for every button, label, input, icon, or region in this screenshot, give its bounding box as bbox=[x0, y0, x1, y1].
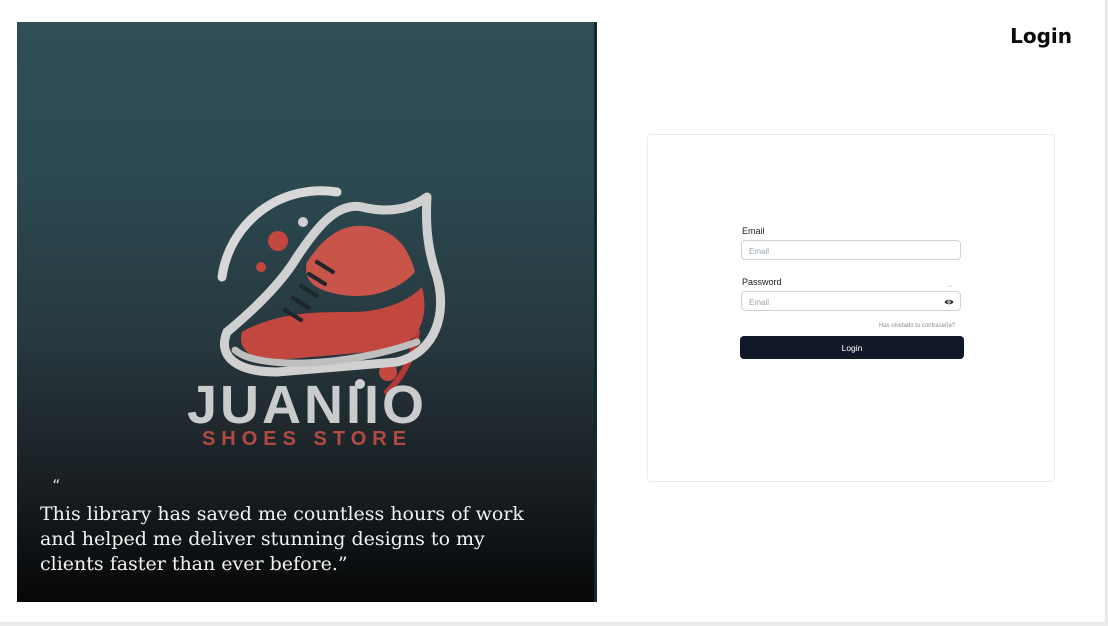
brand-name: JUANIIO bbox=[186, 375, 428, 435]
password-field[interactable] bbox=[742, 293, 939, 312]
quote-mark: “ bbox=[52, 476, 61, 495]
password-label: Password bbox=[742, 277, 782, 287]
password-hint-dots: ··· bbox=[946, 283, 953, 290]
page-title: Login bbox=[1010, 24, 1072, 48]
email-field-wrapper bbox=[741, 240, 961, 261]
testimonial-quote: This library has saved me countless hour… bbox=[40, 503, 524, 575]
login-button[interactable]: Login bbox=[740, 336, 964, 359]
forgot-password-link[interactable]: Has olvidado tu contraseña? bbox=[879, 323, 955, 329]
email-field[interactable] bbox=[742, 242, 939, 261]
email-label: Email bbox=[742, 226, 765, 236]
login-card: Email Password ··· Has olvidado tu contr… bbox=[647, 134, 1055, 482]
hero-panel: JUANIIO SHOES STORE “ This library has s… bbox=[17, 22, 597, 602]
eye-icon[interactable] bbox=[944, 297, 954, 307]
app-frame: JUANIIO SHOES STORE “ This library has s… bbox=[0, 0, 1106, 623]
password-field-wrapper bbox=[741, 291, 961, 312]
brand-subtitle: SHOES STORE bbox=[201, 428, 413, 450]
hero-edge bbox=[594, 22, 597, 602]
